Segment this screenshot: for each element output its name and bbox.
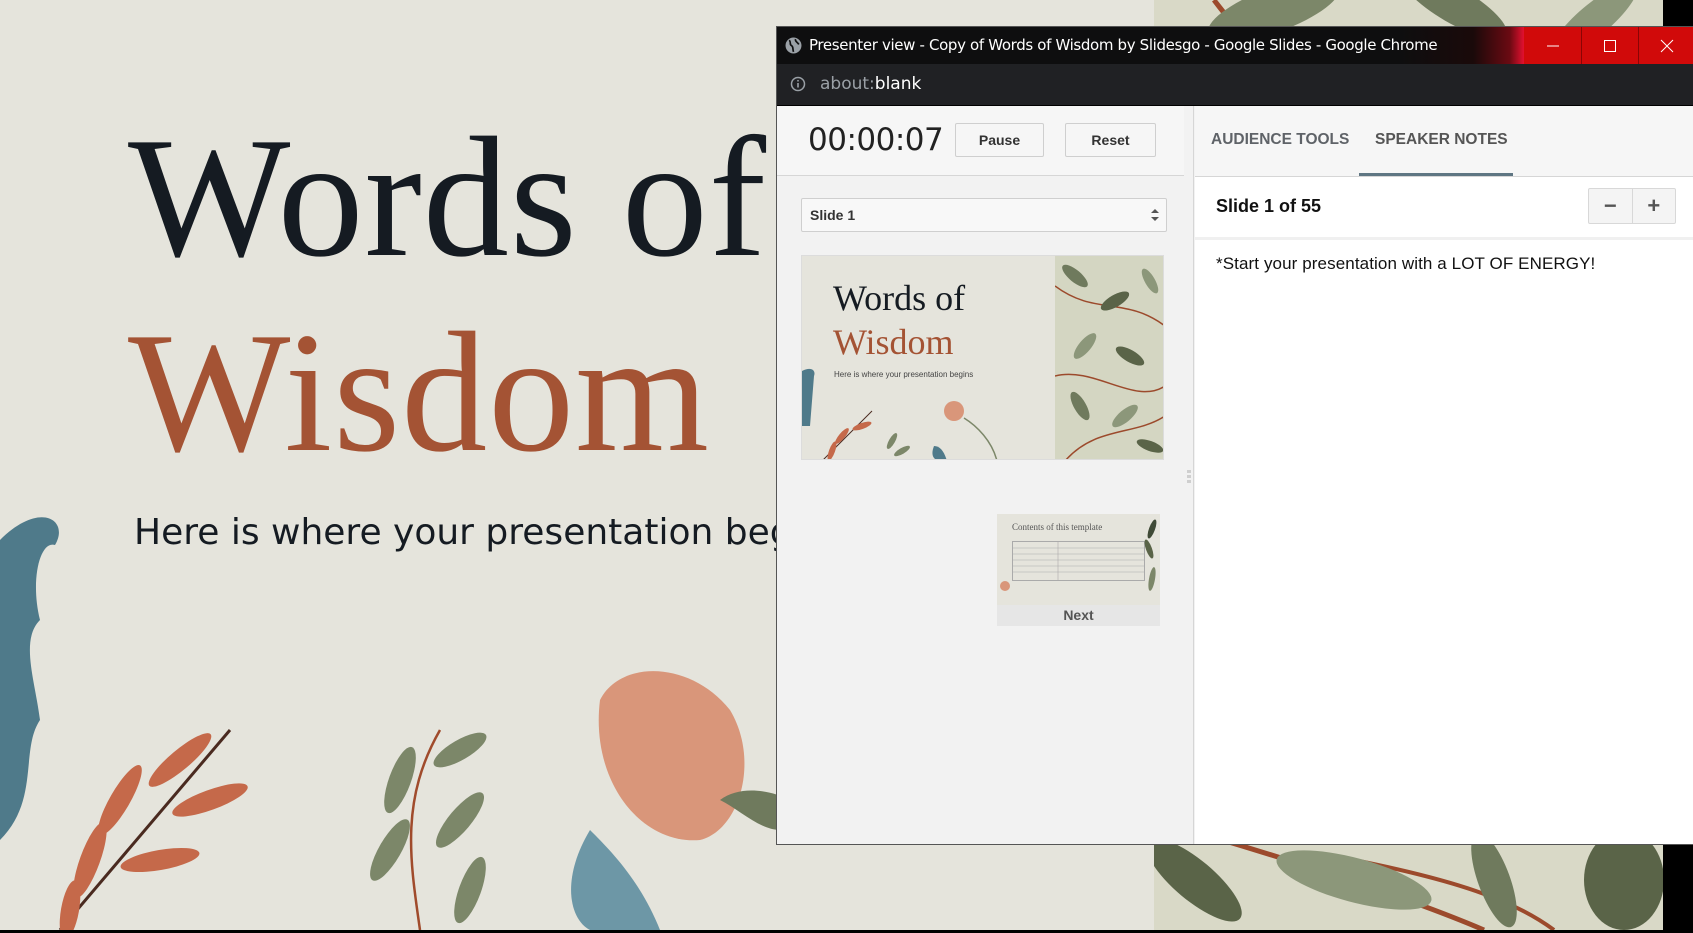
tab-speaker-notes[interactable]: SPEAKER NOTES [1359,106,1513,176]
presenter-left-panel: 00:00:07 Pause Reset Slide 1 Words of Wi… [777,106,1185,844]
maximize-button[interactable] [1581,27,1638,64]
address-bar[interactable]: about:blank [777,64,1693,106]
speaker-notes-panel: AUDIENCE TOOLS SPEAKER NOTES Slide 1 of … [1195,106,1693,844]
decrease-font-button[interactable]: − [1589,189,1633,223]
close-icon [1660,39,1674,52]
increase-font-button[interactable]: + [1633,189,1676,223]
slide-title-line2: Wisdom [128,298,710,488]
thumb-title-line1: Words of [833,278,966,318]
next-slide-thumbnail[interactable]: Contents of this template Next [997,514,1160,626]
window-title: Presenter view - Copy of Words of Wisdom… [809,36,1438,54]
next-slide-floral [1000,519,1157,591]
slide-select-dropdown[interactable]: Slide 1 [801,198,1167,232]
close-button[interactable] [1638,27,1693,64]
floral-illustration [0,517,790,930]
thumb-leaf-panel [1054,256,1163,459]
next-label: Next [1063,607,1094,623]
info-icon[interactable] [790,76,806,92]
thumb-floral-illustration [802,368,998,459]
window-titlebar[interactable]: Presenter view - Copy of Words of Wisdom… [777,27,1693,64]
panel-splitter[interactable] [1184,106,1194,844]
url-text[interactable]: about:blank [820,64,921,105]
thumb-title-line2: Wisdom [833,322,954,362]
speaker-notes-text[interactable]: *Start your presentation with a LOT OF E… [1216,254,1595,274]
current-slide-thumbnail[interactable]: Words of Wisdom Here is where your prese… [801,255,1164,460]
drag-handle-icon[interactable] [1187,470,1191,484]
slide-select-value: Slide 1 [810,207,856,223]
thumb-leaf-illustration [1054,264,1163,459]
globe-icon [785,37,802,54]
notes-header: Slide 1 of 55 − + [1195,177,1693,240]
url-host: blank [874,74,922,94]
timer-row: 00:00:07 Pause Reset [777,106,1184,176]
url-scheme: about: [820,74,875,94]
slide-title-line1: Words of [128,103,768,293]
presenter-view-window: Presenter view - Copy of Words of Wisdom… [777,27,1693,844]
pause-button[interactable]: Pause [955,123,1044,157]
reset-button[interactable]: Reset [1065,123,1156,157]
minimize-button[interactable] [1524,27,1581,64]
font-size-controls: − + [1588,188,1676,224]
slide-count: Slide 1 of 55 [1216,196,1322,216]
plus-icon: + [1647,193,1661,218]
tab-bar: AUDIENCE TOOLS SPEAKER NOTES [1195,106,1693,177]
elapsed-timer: 00:00:07 [808,122,944,158]
tab-audience-tools[interactable]: AUDIENCE TOOLS [1195,106,1365,176]
maximize-icon [1604,39,1616,52]
next-slide-image: Contents of this template [997,514,1160,605]
updown-arrows-icon [1151,209,1159,221]
minimize-icon [1546,45,1559,46]
minus-icon: − [1603,193,1617,218]
